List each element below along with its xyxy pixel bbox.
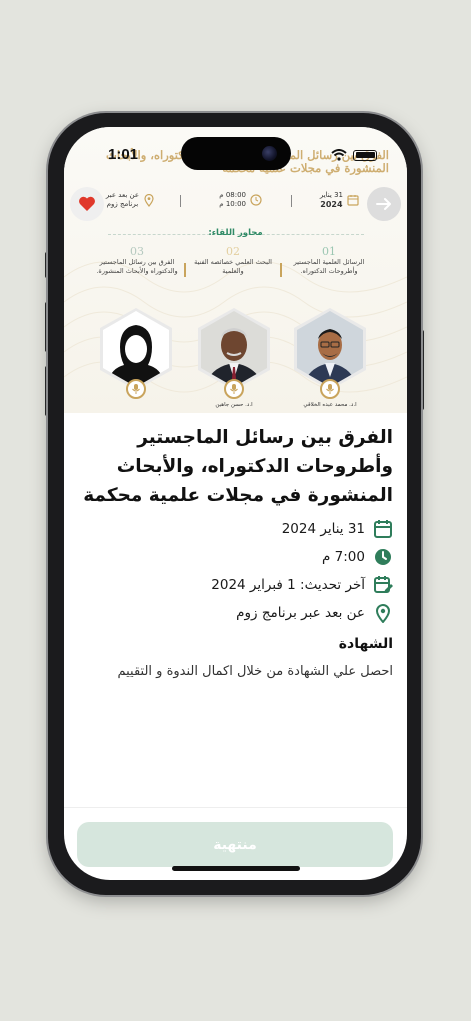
microphone-icon [126, 379, 146, 399]
favorite-button[interactable] [70, 187, 104, 221]
speaker-name: أ.د. محمد عبده الخلاقي [303, 402, 357, 408]
status-icons [331, 149, 377, 161]
wifi-icon [331, 149, 347, 161]
banner-location-line1: عن بعد عبر [105, 191, 139, 199]
separator [180, 195, 181, 207]
speaker-card [98, 307, 174, 399]
microphone-icon [224, 379, 244, 399]
axes-title: محاور اللقاء: [208, 228, 263, 238]
axis-item: 02 البحث العلمي خصائصه الفنية والعلمية [188, 245, 278, 276]
ended-button[interactable]: منتهية [77, 822, 393, 867]
axis-separator [184, 263, 186, 277]
calendar-icon [347, 195, 359, 206]
axis-item: 03 الفرق بين رسائل الماجستير والدكتوراه … [92, 245, 182, 276]
event-time-row: 7:00 م [80, 544, 393, 570]
speaker-name: أ.د. حسن جاهين [215, 402, 253, 408]
event-title: الفرق بين رسائل الماجستير وأطروحات الدكت… [83, 427, 393, 506]
axis-number: 01 [322, 245, 336, 258]
heart-icon [79, 196, 95, 211]
event-location: عن بعد عبر برنامج زوم [236, 605, 365, 621]
camera-icon [262, 146, 277, 161]
microphone-icon [320, 379, 340, 399]
calendar-icon [374, 520, 392, 538]
axes-list: 01 الرسائل العلمية الماجستير وأطروحات ال… [96, 245, 374, 287]
location-pin-icon [144, 193, 154, 207]
home-indicator[interactable] [172, 866, 300, 871]
event-date: 31 يناير 2024 [281, 521, 365, 537]
event-update-row: آخر تحديث: 1 فبراير 2024 [80, 572, 393, 598]
axis-number: 03 [130, 245, 144, 258]
event-last-update: آخر تحديث: 1 فبراير 2024 [211, 577, 365, 593]
app-screen: الفرق بين رسائل الماجستير وأطروحات الدكت… [64, 127, 407, 880]
axis-separator [280, 263, 282, 277]
event-location-row: عن بعد عبر برنامج زوم [80, 600, 393, 626]
speaker-card [196, 307, 272, 399]
battery-icon [353, 149, 377, 161]
separator [291, 195, 292, 207]
banner-location-line2: برنامج زوم [106, 200, 139, 208]
banner-info-bar: 31 يناير 2024 08:00 م 10:00 م عن بعد عبر… [64, 187, 407, 219]
banner-time: 08:00 م 10:00 م [219, 191, 262, 209]
banner-date-day: 31 يناير [319, 191, 343, 199]
event-time: 7:00 م [322, 549, 365, 565]
banner-date-year: 2024 [320, 200, 343, 209]
back-button[interactable] [367, 187, 401, 221]
dynamic-island [181, 137, 291, 170]
certificate-text: احصل علي الشهادة من خلال اكمال الندوة و … [117, 664, 393, 679]
event-details: الفرق بين رسائل الماجستير وأطروحات الدكت… [64, 413, 407, 679]
banner-time-to: 10:00 م [219, 200, 246, 208]
calendar-edit-icon [374, 576, 393, 593]
axis-item: 01 الرسائل العلمية الماجستير وأطروحات ال… [284, 245, 374, 276]
location-pin-icon [375, 604, 391, 623]
footer-divider [64, 807, 407, 808]
speaker-card [292, 307, 368, 399]
clock-icon [250, 194, 262, 206]
arrow-right-icon [376, 198, 391, 210]
clock-icon [375, 549, 391, 565]
banner-location: عن بعد عبر برنامج زوم [106, 191, 155, 209]
status-time: 1:01 [108, 146, 139, 163]
axis-number: 02 [226, 245, 240, 258]
axis-text: الرسائل العلمية الماجستير وأطروحات الدكت… [293, 258, 365, 275]
event-date-row: 31 يناير 2024 [80, 516, 393, 542]
banner-date: 31 يناير 2024 [320, 191, 359, 209]
certificate-title: الشهادة [338, 636, 393, 652]
axis-text: الفرق بين رسائل الماجستير والدكتوراه وال… [96, 258, 178, 275]
banner-time-from: 08:00 م [219, 191, 246, 199]
axis-text: البحث العلمي خصائصه الفنية والعلمية [194, 258, 272, 275]
